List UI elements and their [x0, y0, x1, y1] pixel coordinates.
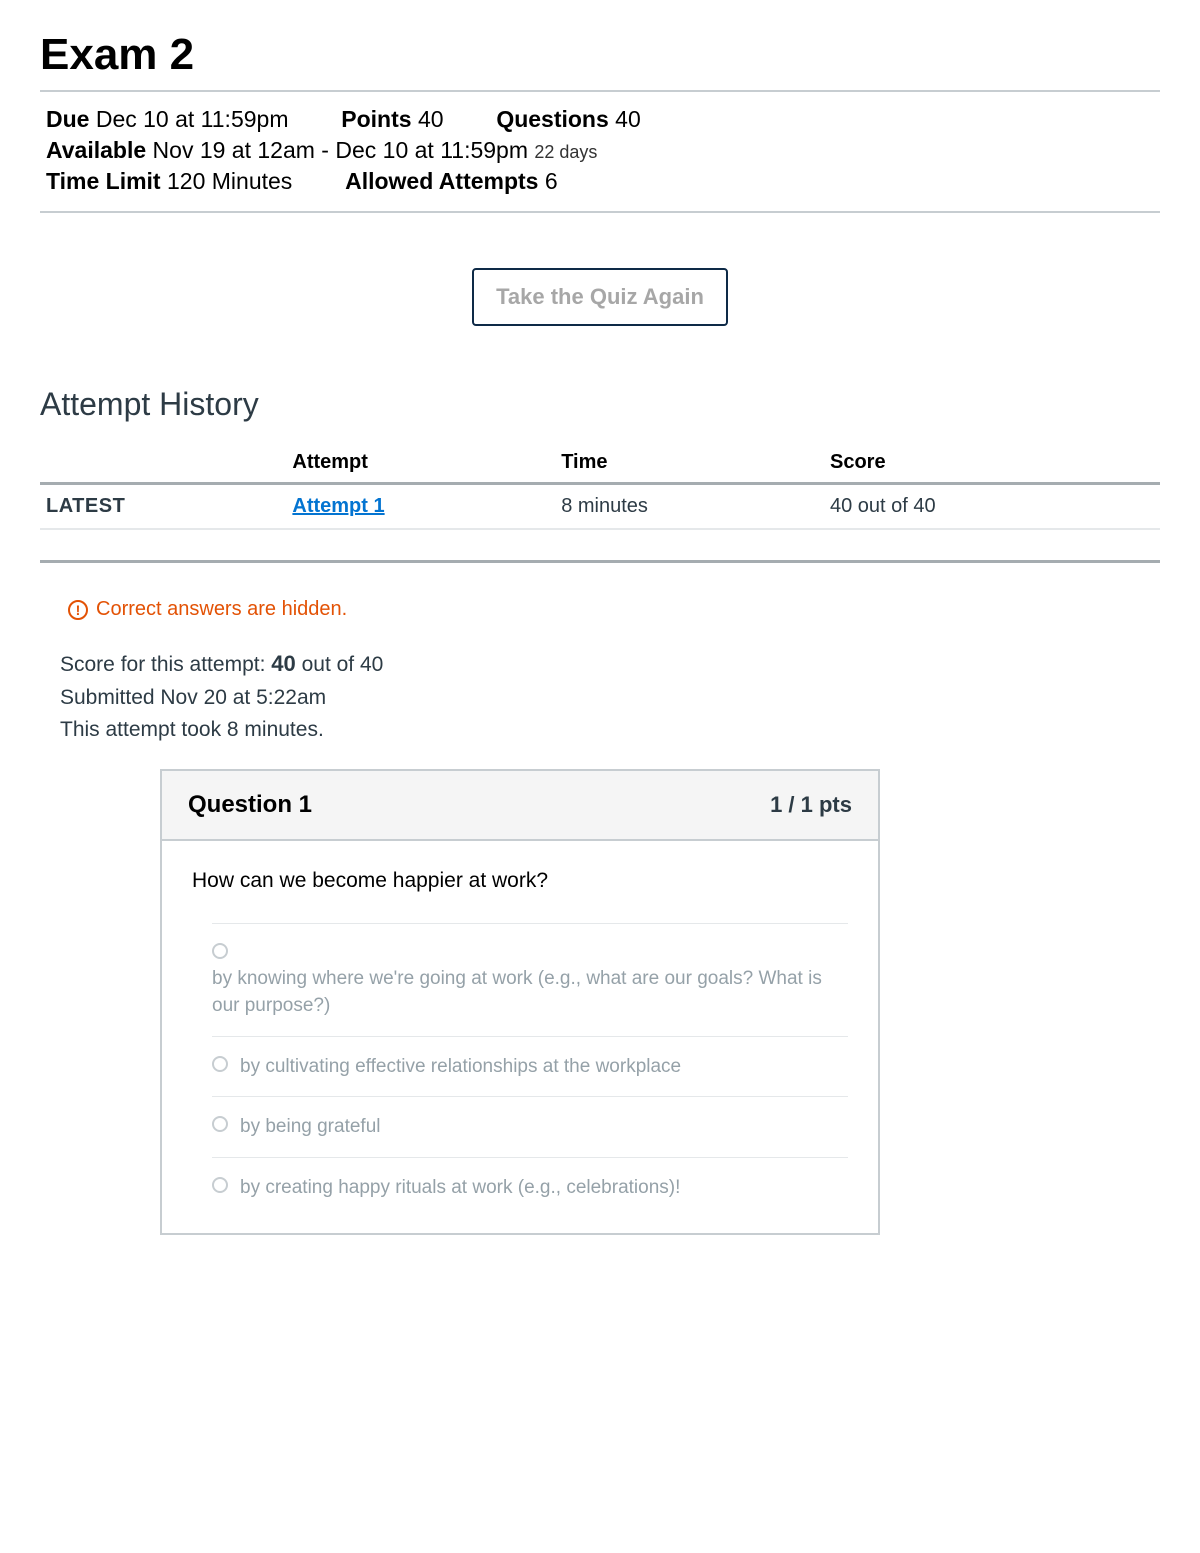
hidden-answers-text: Correct answers are hidden.: [96, 598, 347, 621]
answer-option: by creating happy rituals at work (e.g.,…: [212, 1157, 848, 1218]
answer-text: by knowing where we're going at work (e.…: [212, 965, 848, 1020]
radio-icon: [212, 1056, 228, 1072]
table-row: LATEST Attempt 1 8 minutes 40 out of 40: [40, 484, 1160, 530]
radio-icon: [212, 943, 228, 959]
answers-list: by knowing where we're going at work (e.…: [212, 923, 848, 1218]
attempt-score: 40 out of 40: [824, 484, 1160, 530]
available-days: 22 days: [534, 142, 597, 162]
warning-icon: !: [68, 600, 88, 620]
answer-option: by cultivating effective relationships a…: [212, 1036, 848, 1097]
submitted-line: Submitted Nov 20 at 5:22am: [60, 682, 1160, 715]
score-line-prefix: Score for this attempt:: [60, 653, 271, 676]
available-value: Nov 19 at 12am - Dec 10 at 11:59pm: [153, 137, 528, 163]
col-attempt: Attempt: [286, 443, 555, 484]
duration-line: This attempt took 8 minutes.: [60, 714, 1160, 747]
page-title: Exam 2: [40, 30, 1160, 80]
col-blank: [40, 443, 286, 484]
col-score: Score: [824, 443, 1160, 484]
score-line-suffix: out of 40: [296, 653, 384, 676]
question-prompt: How can we become happier at work?: [192, 869, 848, 893]
time-limit-label: Time Limit: [46, 168, 161, 194]
divider: [40, 560, 1160, 563]
attempt-history-heading: Attempt History: [40, 386, 1160, 423]
question-title: Question 1: [188, 791, 312, 819]
answer-option: by knowing where we're going at work (e.…: [212, 923, 848, 1036]
answer-text: by cultivating effective relationships a…: [240, 1053, 681, 1081]
allowed-value: 6: [545, 168, 558, 194]
available-label: Available: [46, 137, 146, 163]
radio-icon: [212, 1177, 228, 1193]
attempt-time: 8 minutes: [555, 484, 824, 530]
attempt-history-table: Attempt Time Score LATEST Attempt 1 8 mi…: [40, 443, 1160, 530]
time-limit-value: 120 Minutes: [167, 168, 292, 194]
hidden-answers-notice: ! Correct answers are hidden.: [68, 598, 1160, 621]
answer-text: by creating happy rituals at work (e.g.,…: [240, 1174, 680, 1202]
answer-text: by being grateful: [240, 1113, 381, 1141]
answer-option: by being grateful: [212, 1096, 848, 1157]
question-card: Question 1 1 / 1 pts How can we become h…: [160, 769, 880, 1236]
due-label: Due: [46, 106, 89, 132]
question-header: Question 1 1 / 1 pts: [162, 771, 878, 841]
question-points: 1 / 1 pts: [770, 792, 852, 818]
points-value: 40: [418, 106, 444, 132]
col-time: Time: [555, 443, 824, 484]
latest-badge: LATEST: [40, 484, 286, 530]
attempt-summary: Score for this attempt: 40 out of 40 Sub…: [60, 647, 1160, 747]
radio-icon: [212, 1116, 228, 1132]
take-quiz-again-button[interactable]: Take the Quiz Again: [472, 268, 728, 326]
attempt-link[interactable]: Attempt 1: [292, 495, 384, 517]
allowed-label: Allowed Attempts: [345, 168, 538, 194]
questions-value: 40: [615, 106, 641, 132]
points-label: Points: [341, 106, 411, 132]
quiz-meta: Due Dec 10 at 11:59pm Points 40 Question…: [40, 90, 1160, 213]
due-value: Dec 10 at 11:59pm: [96, 106, 289, 132]
questions-label: Questions: [496, 106, 608, 132]
score-line-score: 40: [271, 651, 295, 676]
